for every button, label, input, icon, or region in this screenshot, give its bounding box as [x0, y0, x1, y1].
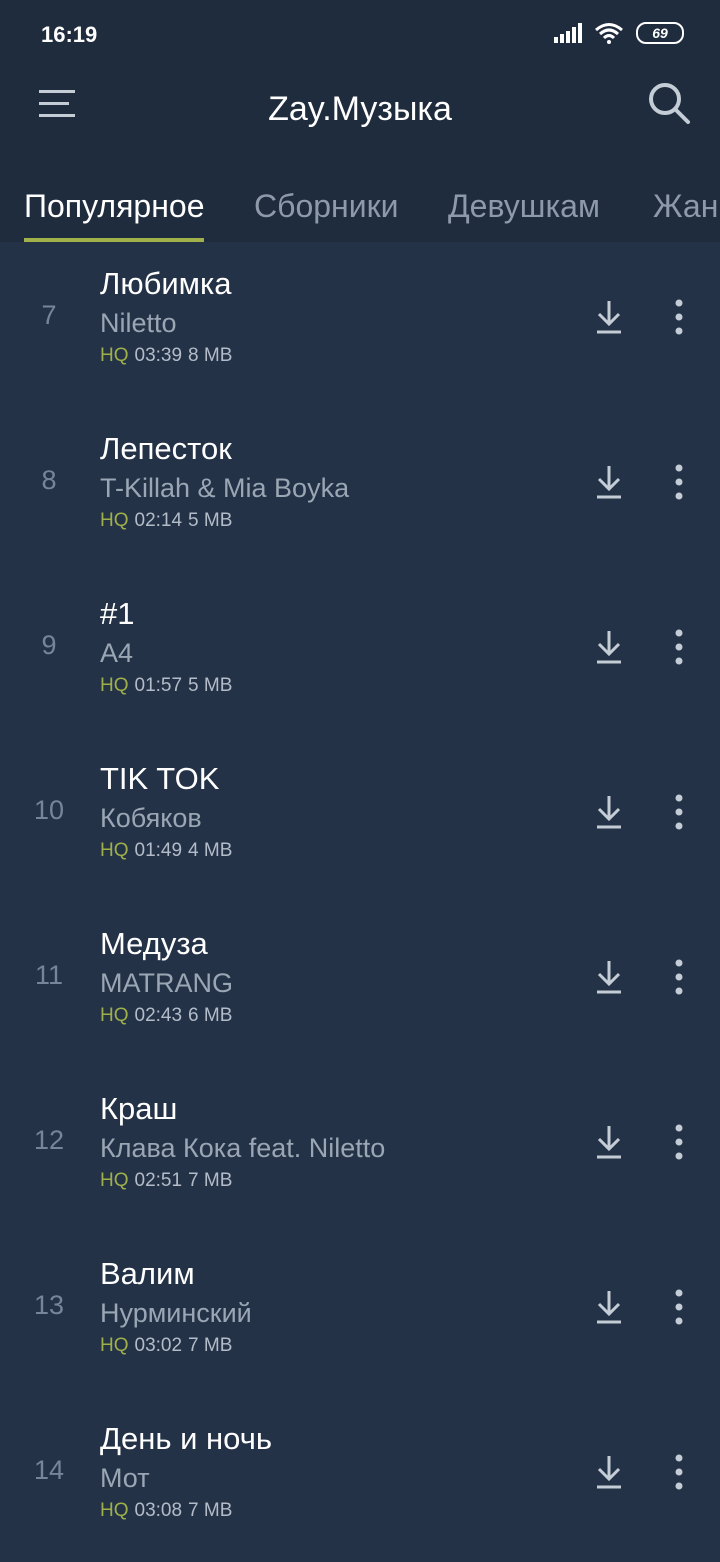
download-icon[interactable]	[593, 297, 625, 337]
track-size: 6 MB	[188, 1005, 233, 1026]
track-size: 5 MB	[188, 510, 233, 531]
track-meta: HQ 01:49 4 MB	[100, 840, 232, 862]
track-artist: Нурминский	[100, 1298, 252, 1328]
track-list: 7 Любимка Niletto HQ 03:39 8 MB 8 Лепесток T-Kil…	[0, 242, 720, 1562]
track-meta: HQ 02:14 5 MB	[100, 510, 232, 532]
track-size: 4 MB	[188, 840, 233, 861]
track-artist: T-Killah & Mia Boyka	[100, 473, 350, 503]
track-number: 10	[33, 795, 65, 825]
quality-badge: HQ	[100, 345, 129, 366]
app-bar: Zay.Музыка	[0, 70, 720, 148]
search-icon[interactable]	[646, 80, 692, 126]
track-meta: HQ 01:57 5 MB	[100, 675, 232, 697]
track-row[interactable]: 13 Валим Нурминский HQ 03:02 7 MB	[0, 1232, 720, 1397]
more-options-icon[interactable]	[667, 297, 691, 337]
track-duration: 01:49	[134, 840, 183, 861]
download-icon[interactable]	[593, 792, 625, 832]
track-number: 8	[41, 465, 57, 495]
download-icon[interactable]	[593, 1122, 625, 1162]
track-artist: MATRANG	[100, 968, 233, 998]
track-size: 8 MB	[188, 345, 233, 366]
track-row[interactable]: 10 TIK TOK Кобяков HQ 01:49 4 MB	[0, 737, 720, 902]
track-duration: 03:02	[134, 1335, 183, 1356]
top-bar: 16:19 69 Zay.Музыка Популярное Сборники …	[0, 0, 720, 242]
track-title: Краш	[100, 1091, 178, 1126]
status-icons: 69	[554, 22, 684, 44]
track-meta: HQ 03:08 7 MB	[100, 1500, 232, 1522]
tab-popular[interactable]: Популярное	[24, 188, 204, 225]
quality-badge: HQ	[100, 1005, 129, 1026]
quality-badge: HQ	[100, 840, 129, 861]
track-size: 5 MB	[188, 675, 233, 696]
track-duration: 02:51	[134, 1170, 183, 1191]
tab-collections[interactable]: Сборники	[254, 188, 398, 225]
track-number: 12	[33, 1125, 65, 1155]
more-options-icon[interactable]	[667, 1287, 691, 1327]
track-duration: 02:43	[134, 1005, 183, 1026]
track-artist: Мот	[100, 1463, 150, 1493]
more-options-icon[interactable]	[667, 1452, 691, 1492]
track-row[interactable]: 12 Краш Клава Кока feat. Niletto HQ 02:51 7 M…	[0, 1067, 720, 1232]
quality-badge: HQ	[100, 510, 129, 531]
tab-bar: Популярное Сборники Девушкам Жанры	[0, 178, 720, 242]
more-options-icon[interactable]	[667, 792, 691, 832]
app-title: Zay.Музыка	[268, 90, 452, 128]
more-options-icon[interactable]	[667, 1122, 691, 1162]
quality-badge: HQ	[100, 1335, 129, 1356]
quality-badge: HQ	[100, 1500, 129, 1521]
status-bar: 16:19 69	[0, 0, 720, 70]
track-row[interactable]: 8 Лепесток T-Killah & Mia Boyka HQ 02:14 5 MB	[0, 407, 720, 572]
track-number: 9	[41, 630, 57, 660]
track-artist: A4	[100, 638, 134, 668]
track-artist: Кобяков	[100, 803, 202, 833]
download-icon[interactable]	[593, 1452, 625, 1492]
track-title: Лепесток	[100, 431, 232, 466]
track-artist: Клава Кока feat. Niletto	[100, 1133, 386, 1163]
track-duration: 02:14	[134, 510, 183, 531]
track-title: Валим	[100, 1256, 195, 1291]
track-title: Любимка	[100, 266, 232, 301]
tab-genres[interactable]: Жанры	[653, 188, 720, 225]
download-icon[interactable]	[593, 627, 625, 667]
track-number: 7	[41, 300, 57, 330]
track-row[interactable]: 11 Медуза MATRANG HQ 02:43 6 MB	[0, 902, 720, 1067]
track-title: TIK TOK	[100, 761, 220, 796]
more-options-icon[interactable]	[667, 957, 691, 997]
track-number: 11	[34, 960, 64, 990]
tab-for-girls[interactable]: Девушкам	[448, 188, 600, 225]
track-title: #1	[100, 596, 135, 631]
track-meta: HQ 02:43 6 MB	[100, 1005, 232, 1027]
more-options-icon[interactable]	[667, 462, 691, 502]
download-icon[interactable]	[593, 957, 625, 997]
track-meta: HQ 03:02 7 MB	[100, 1335, 232, 1357]
track-row[interactable]: 9 #1 A4 HQ 01:57 5 MB	[0, 572, 720, 737]
track-artist: Niletto	[100, 308, 177, 338]
quality-badge: HQ	[100, 675, 129, 696]
track-duration: 03:39	[134, 345, 183, 366]
download-icon[interactable]	[593, 462, 625, 502]
track-size: 7 MB	[188, 1170, 233, 1191]
track-duration: 03:08	[134, 1500, 183, 1521]
battery-icon: 69	[636, 22, 684, 44]
track-title: Медуза	[100, 926, 208, 961]
track-row[interactable]: 14 День и ночь Мот HQ 03:08 7 MB	[0, 1397, 720, 1562]
status-time: 16:19	[41, 22, 98, 47]
more-options-icon[interactable]	[667, 627, 691, 667]
track-meta: HQ 02:51 7 MB	[100, 1170, 232, 1192]
track-size: 7 MB	[188, 1500, 233, 1521]
track-meta: HQ 03:39 8 MB	[100, 345, 232, 367]
track-title: День и ночь	[100, 1421, 273, 1456]
track-number: 13	[33, 1290, 65, 1320]
signal-icon	[554, 23, 582, 43]
wifi-icon	[595, 23, 623, 44]
track-size: 7 MB	[188, 1335, 233, 1356]
track-number: 14	[33, 1455, 65, 1485]
track-duration: 01:57	[134, 675, 183, 696]
track-row[interactable]: 7 Любимка Niletto HQ 03:39 8 MB	[0, 242, 720, 407]
download-icon[interactable]	[593, 1287, 625, 1327]
quality-badge: HQ	[100, 1170, 129, 1191]
